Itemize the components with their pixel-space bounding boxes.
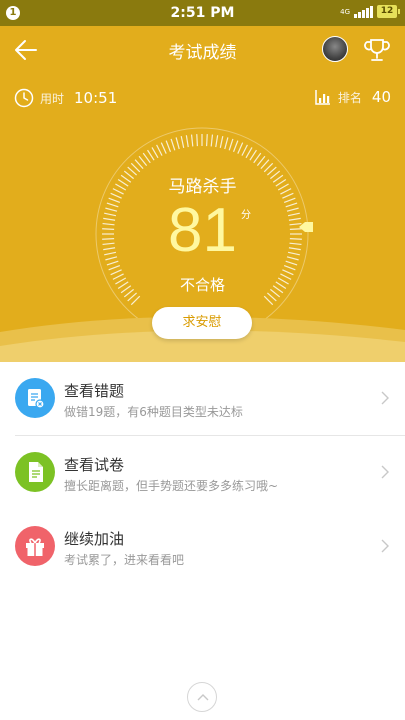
gauge-tick (196, 134, 198, 147)
pass-status: 不合格 (179, 276, 225, 294)
signal-icon (354, 5, 373, 18)
score-unit: 分 (241, 210, 251, 221)
gauge-tick (151, 147, 159, 159)
gauge-tick (253, 152, 262, 164)
trophy-icon[interactable] (363, 36, 391, 64)
status-bar: 1 2:51 PM 4G 12 (0, 0, 405, 26)
score-header: 考试成绩 用时 10:51 排名 40 马路杀手 81 分 不合格 求安慰 (0, 26, 405, 362)
status-indicators: 4G 12 (340, 5, 400, 18)
scroll-up-button[interactable] (187, 682, 217, 712)
list-item-keep-going[interactable]: 继续加油 考试累了，进来看看吧 (0, 510, 405, 584)
gauge-tick (147, 149, 155, 161)
time-label: 用时 (40, 91, 65, 106)
list-item-subtitle: 做错19题，有6种题目类型未达标 (64, 405, 243, 419)
gauge-tick (224, 137, 229, 150)
gauge-tick (108, 264, 121, 271)
rank-value: 40 (371, 88, 391, 106)
time-used: 用时 10:51 (14, 88, 117, 108)
gauge-tick (232, 140, 239, 153)
gauge-tick (142, 152, 151, 164)
gauge-tick (138, 155, 148, 166)
gauge-tick (237, 142, 244, 154)
chevron-right-icon (381, 391, 389, 405)
list-item-view-paper[interactable]: 查看试卷 擅长距离题，但手势题还要多多练习哦~ (0, 436, 405, 510)
list-item-subtitle: 考试累了，进来看看吧 (64, 553, 185, 567)
gauge-tick (190, 134, 194, 147)
status-time: 2:51 PM (170, 5, 235, 21)
action-list: 查看错题 做错19题，有6种题目类型未达标 查看试卷 擅长距离题，但手势题还要多… (0, 362, 405, 584)
list-item-view-mistakes[interactable]: 查看错题 做错19题，有6种题目类型未达标 (0, 362, 405, 436)
gauge-tick (228, 138, 234, 151)
ranking: 排名 40 (314, 88, 391, 106)
gauge-tick (245, 147, 253, 159)
gauge-tick (170, 138, 176, 151)
document-icon (15, 452, 55, 492)
chevron-right-icon (381, 465, 389, 479)
rank-label: 排名 (337, 90, 362, 105)
chevron-right-icon (381, 539, 389, 553)
battery-icon: 12 (377, 5, 400, 18)
gauge-tick (180, 136, 185, 149)
network-type: 4G (340, 7, 350, 16)
wrong-questions-icon (15, 378, 55, 418)
avatar[interactable] (322, 36, 348, 62)
gauge-tick (160, 142, 167, 154)
clock-icon (14, 88, 34, 108)
gauge-tick (263, 162, 274, 173)
gauge-tick (249, 149, 257, 161)
gauge-tick (130, 162, 141, 173)
driver-nickname: 马路杀手 (168, 177, 237, 197)
gauge-tick (215, 135, 219, 148)
gauge-tick (210, 134, 214, 147)
list-item-title: 查看错题 (64, 382, 125, 400)
gauge-tick (156, 144, 163, 156)
comfort-button[interactable]: 求安慰 (152, 307, 252, 339)
list-item-title: 查看试卷 (64, 456, 125, 474)
gauge-tick (260, 159, 270, 170)
bar-chart-icon (315, 90, 330, 105)
gauge-tick (165, 140, 172, 153)
gauge-tick (283, 264, 296, 271)
notification-badge: 1 (6, 6, 20, 20)
gauge-tick (256, 155, 266, 166)
chevron-up-icon (197, 694, 209, 701)
gauge-tick (241, 144, 248, 156)
list-item-title: 继续加油 (64, 530, 125, 548)
list-item-subtitle: 擅长距离题，但手势题还要多多练习哦~ (64, 479, 279, 493)
exam-result-screen: 1 2:51 PM 4G 12 考试成绩 用时 10:51 排名 40 马路杀手… (0, 0, 405, 720)
gauge-tick (134, 159, 144, 170)
gauge-tick (175, 137, 180, 150)
gauge-tick (219, 136, 224, 149)
time-value: 10:51 (74, 89, 118, 107)
score-value: 81 (168, 196, 237, 265)
gauge-tick (185, 135, 189, 148)
gift-icon (15, 526, 55, 566)
gauge-tick (206, 134, 208, 147)
